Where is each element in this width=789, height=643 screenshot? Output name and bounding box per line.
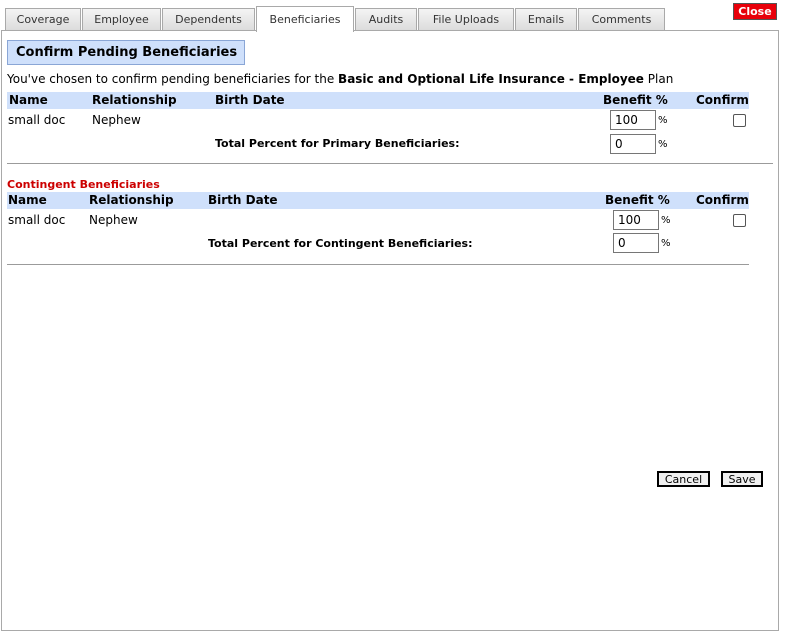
- confirm-checkbox[interactable]: [733, 114, 746, 127]
- tab-comments[interactable]: Comments: [578, 8, 665, 30]
- percent-sign: %: [658, 139, 668, 150]
- column-birth-date: Birth Date: [215, 93, 285, 107]
- section-divider: [7, 163, 773, 164]
- beneficiary-name: small doc: [8, 213, 66, 227]
- benefit-percent-input[interactable]: [613, 210, 659, 230]
- column-confirm: Confirm: [696, 93, 749, 107]
- close-button[interactable]: Close: [733, 3, 777, 20]
- percent-sign: %: [661, 238, 671, 249]
- beneficiary-relationship: Nephew: [89, 213, 138, 227]
- primary-total-label: Total Percent for Primary Beneficiaries:: [215, 137, 460, 150]
- beneficiary-name: small doc: [8, 113, 66, 127]
- plan-name: Basic and Optional Life Insurance - Empl…: [338, 72, 644, 86]
- primary-table-header: Name Relationship Birth Date Benefit % C…: [7, 92, 749, 109]
- cancel-button[interactable]: Cancel: [657, 471, 710, 487]
- contingent-total-label: Total Percent for Contingent Beneficiari…: [208, 237, 473, 250]
- column-confirm: Confirm: [696, 193, 749, 207]
- column-relationship: Relationship: [89, 193, 174, 207]
- primary-total-input: [610, 134, 656, 154]
- confirm-checkbox[interactable]: [733, 214, 746, 227]
- contingent-table-header: Name Relationship Birth Date Benefit % C…: [7, 192, 749, 209]
- column-name: Name: [9, 93, 48, 107]
- tab-file-uploads[interactable]: File Uploads: [418, 8, 514, 30]
- column-name: Name: [8, 193, 47, 207]
- intro-prefix: You've chosen to confirm pending benefic…: [7, 72, 339, 86]
- column-benefit: Benefit %: [605, 193, 670, 207]
- benefit-percent-input[interactable]: [610, 110, 656, 130]
- tab-audits[interactable]: Audits: [355, 8, 417, 30]
- percent-sign: %: [661, 215, 671, 226]
- save-button[interactable]: Save: [721, 471, 763, 487]
- column-birth-date: Birth Date: [208, 193, 278, 207]
- intro-text: You've chosen to confirm pending benefic…: [7, 72, 673, 86]
- tab-coverage[interactable]: Coverage: [5, 8, 81, 30]
- tab-bar: Coverage Employee Dependents Beneficiari…: [5, 6, 666, 32]
- column-relationship: Relationship: [92, 93, 177, 107]
- page-title: Confirm Pending Beneficiaries: [7, 40, 245, 65]
- tab-dependents[interactable]: Dependents: [162, 8, 255, 30]
- percent-sign: %: [658, 115, 668, 126]
- column-benefit: Benefit %: [603, 93, 668, 107]
- tab-emails[interactable]: Emails: [515, 8, 577, 30]
- intro-suffix: Plan: [643, 72, 674, 86]
- tab-employee[interactable]: Employee: [82, 8, 161, 30]
- section-divider: [7, 264, 749, 265]
- contingent-total-input: [613, 233, 659, 253]
- beneficiary-relationship: Nephew: [92, 113, 141, 127]
- contingent-section-title: Contingent Beneficiaries: [7, 178, 160, 191]
- tab-beneficiaries[interactable]: Beneficiaries: [256, 6, 354, 32]
